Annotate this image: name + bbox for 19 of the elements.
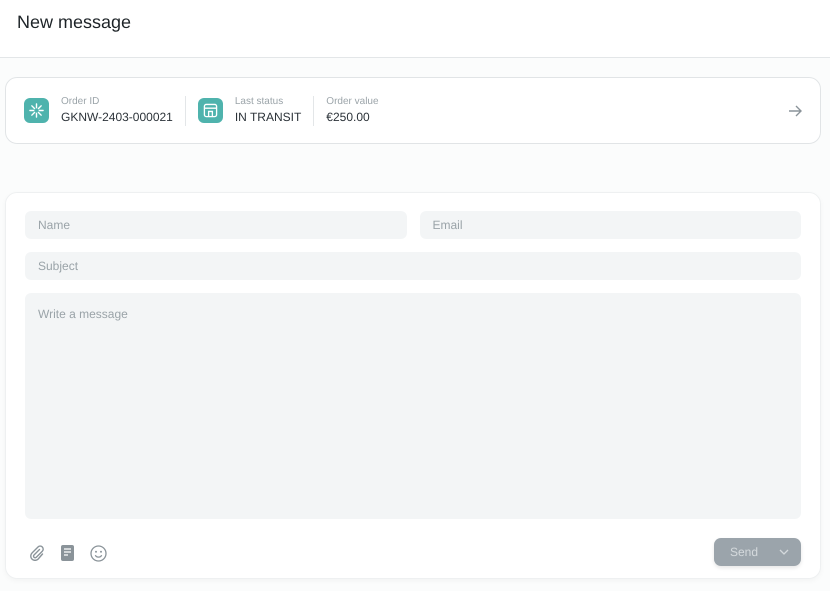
message-field[interactable]: Write a message [25, 293, 801, 519]
storefront-icon [198, 98, 223, 123]
order-label: Last status [234, 96, 284, 108]
page-title: New message [17, 12, 132, 34]
order-card[interactable]: Order ID GKNW-2403-000021 Last status IN TRANSIT Order value €250.00 [5, 77, 821, 144]
order-value: IN TRANSIT [234, 108, 302, 126]
arrow-right-icon[interactable] [788, 104, 802, 116]
asterisk-icon [24, 98, 49, 123]
order-value: €250.00 [326, 108, 371, 126]
chevron-down-icon [779, 549, 789, 555]
name-field[interactable]: Name [25, 211, 406, 239]
email-field[interactable]: Email [420, 211, 801, 239]
document-icon[interactable] [61, 545, 74, 561]
subject-field[interactable]: Subject [25, 252, 801, 280]
emoji-icon[interactable] [90, 544, 107, 562]
order-value: GKNW-2403-000021 [61, 108, 173, 126]
paperclip-icon[interactable] [29, 545, 45, 561]
order-label: Order value [326, 96, 379, 108]
order-label: Order ID [61, 96, 100, 108]
